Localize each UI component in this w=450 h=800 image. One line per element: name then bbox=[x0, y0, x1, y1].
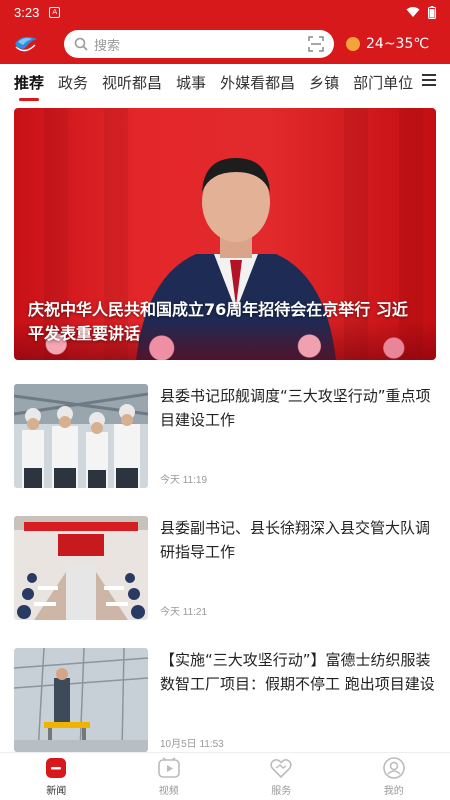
nav-service-label: 服务 bbox=[271, 785, 292, 797]
nav-service[interactable]: 服务 bbox=[225, 753, 338, 800]
tab-recommend[interactable]: 推荐 bbox=[14, 72, 44, 93]
news-thumbnail bbox=[14, 648, 148, 752]
news-thumbnail bbox=[14, 384, 148, 488]
nav-profile-label: 我的 bbox=[383, 785, 404, 797]
search-placeholder: 搜索 bbox=[94, 38, 121, 54]
scan-icon[interactable] bbox=[308, 36, 324, 52]
news-title: 县委书记邱舰调度“三大攻坚行动”重点项目建设工作 bbox=[160, 387, 431, 429]
category-tabs: 推荐 政务 视听都昌 城事 外媒看都昌 乡镇 部门单位 bbox=[0, 64, 450, 100]
nav-news[interactable]: 新闻 bbox=[0, 753, 113, 800]
status-bar: 3:23 A bbox=[0, 0, 450, 24]
weather-temperature: 24~35℃ bbox=[366, 36, 430, 52]
tab-city-affairs[interactable]: 城事 bbox=[176, 72, 206, 93]
news-time: 今天 11:21 bbox=[160, 607, 208, 618]
service-icon bbox=[270, 758, 292, 778]
news-thumbnail bbox=[14, 516, 148, 620]
tab-av-duchang[interactable]: 视听都昌 bbox=[102, 72, 162, 93]
nav-profile[interactable]: 我的 bbox=[338, 753, 450, 800]
notification-icon: A bbox=[49, 6, 61, 18]
tab-government[interactable]: 政务 bbox=[58, 72, 88, 93]
nav-video-label: 视频 bbox=[158, 785, 179, 797]
app-header: 搜索 24~35℃ bbox=[0, 24, 450, 64]
news-item[interactable]: 县委副书记、县长徐翔深入县交管大队调研指导工作 今天 11:21 bbox=[14, 516, 436, 620]
wifi-icon bbox=[406, 7, 420, 17]
news-title: 县委副书记、县长徐翔深入县交管大队调研指导工作 bbox=[160, 519, 431, 561]
news-icon bbox=[46, 757, 67, 778]
tab-townships[interactable]: 乡镇 bbox=[309, 72, 339, 93]
app-logo-icon[interactable] bbox=[12, 30, 40, 58]
profile-icon bbox=[382, 756, 405, 779]
status-time: 3:23 bbox=[14, 4, 40, 20]
news-time: 今天 11:19 bbox=[160, 475, 208, 486]
nav-news-label: 新闻 bbox=[46, 785, 67, 797]
bottom-navigation: 新闻 视频 服务 我的 bbox=[0, 752, 450, 800]
nav-video[interactable]: 视频 bbox=[113, 753, 226, 800]
tab-foreign-media[interactable]: 外媒看都昌 bbox=[220, 72, 295, 93]
hero-caption: 庆祝中华人民共和国成立76周年招待会在京举行 习近平发表重要讲话 bbox=[28, 300, 408, 343]
search-icon bbox=[74, 37, 88, 51]
search-bar[interactable]: 搜索 bbox=[64, 30, 334, 58]
video-icon bbox=[157, 756, 180, 778]
news-time: 10月5日 11:53 bbox=[160, 739, 224, 750]
menu-icon[interactable] bbox=[422, 74, 436, 89]
news-title: 【实施“三大攻坚行动”】富德士纺织服装数智工厂项目：假期不停工 跑出项目建设加速… bbox=[160, 651, 435, 693]
news-item[interactable]: 县委书记邱舰调度“三大攻坚行动”重点项目建设工作 今天 11:19 bbox=[14, 384, 436, 488]
weather-sun-icon bbox=[346, 37, 360, 51]
tab-departments[interactable]: 部门单位 bbox=[353, 72, 413, 93]
hero-news-card[interactable]: 庆祝中华人民共和国成立76周年招待会在京举行 习近平发表重要讲话 bbox=[14, 108, 436, 360]
news-item[interactable]: 【实施“三大攻坚行动”】富德士纺织服装数智工厂项目：假期不停工 跑出项目建设加速… bbox=[14, 648, 436, 752]
weather-widget[interactable]: 24~35℃ bbox=[346, 36, 429, 52]
battery-icon bbox=[428, 5, 436, 19]
